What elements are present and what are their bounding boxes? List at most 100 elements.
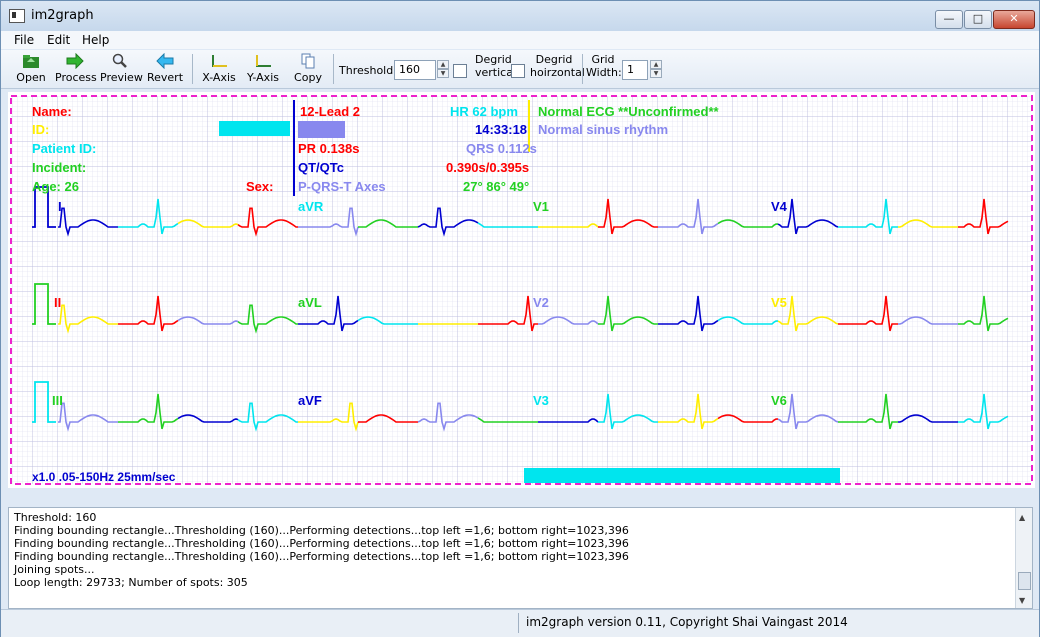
grid-width-input[interactable]: 1: [622, 60, 648, 80]
magnifier-icon: [112, 53, 127, 68]
log-line: Finding bounding rectangle...Thresholdin…: [14, 524, 629, 537]
log-line: Threshold: 160: [14, 511, 97, 524]
grid-width-stepper[interactable]: ▲ ▼: [650, 60, 662, 80]
y-axis-icon: [256, 55, 271, 67]
ecg-sex-label: Sex:: [246, 179, 273, 194]
degrid-vertical-checkbox[interactable]: [453, 64, 467, 78]
ecg-qt-label: QT/QTc: [298, 160, 344, 175]
highlight-block-purple: [298, 121, 345, 138]
ecg-lead-label: 12-Lead 2: [300, 104, 360, 119]
toolbar-separator: [192, 54, 193, 84]
grid-width-down-arrow-icon[interactable]: ▼: [650, 69, 662, 78]
copy-label: Copy: [294, 71, 322, 84]
process-button[interactable]: Process: [55, 53, 97, 84]
ecg-interpretation-1: Normal ECG **Unconfirmed**: [538, 104, 720, 119]
log-scrollbar[interactable]: ▲ ▼: [1015, 508, 1032, 608]
process-label: Process: [55, 71, 97, 84]
grid-width-label-line1: Grid: [591, 53, 615, 66]
open-button[interactable]: Open: [13, 53, 49, 84]
degrid-horizontal-label: Degrid hoirzontal: [530, 53, 585, 79]
revert-label: Revert: [146, 71, 184, 84]
y-axis-label: Y-Axis: [247, 71, 279, 84]
log-line: Joining spots...: [14, 563, 95, 576]
menu-edit[interactable]: Edit: [47, 33, 70, 47]
ecg-qt-value: 0.390s/0.395s: [446, 160, 529, 175]
ecg-axes-label: P-QRS-T Axes: [298, 179, 386, 194]
threshold-input[interactable]: 160: [394, 60, 436, 80]
app-window: im2graph — □ ✕ File Edit Help Open Proce…: [0, 0, 1040, 637]
grid-width-label: Grid Width:: [586, 53, 622, 79]
window-title: im2graph: [31, 8, 94, 23]
scroll-up-icon[interactable]: ▲: [1019, 511, 1025, 524]
ecg-lead-i-label: I: [58, 199, 62, 214]
degrid-horizontal-label-line2: hoirzontal: [530, 66, 585, 79]
degrid-vertical-label-line1: Degrid: [475, 53, 512, 66]
ecg-pr-value: PR 0.138s: [298, 141, 359, 156]
log-line: Finding bounding rectangle...Thresholdin…: [14, 537, 629, 550]
log-line: Loop length: 29733; Number of spots: 305: [14, 576, 248, 589]
threshold-stepper[interactable]: ▲ ▼: [437, 60, 449, 80]
ecg-image: Name: ID: Patient ID: Incident: Age: 26 …: [8, 92, 1035, 488]
log-line: Finding bounding rectangle...Thresholdin…: [14, 550, 629, 563]
highlight-block-cyan: [219, 121, 290, 136]
ecg-lead-v3-label: V3: [533, 393, 549, 408]
x-axis-label: X-Axis: [202, 71, 236, 84]
threshold-up-arrow-icon[interactable]: ▲: [437, 60, 449, 69]
arrow-right-icon: [66, 53, 84, 69]
ecg-qrs-value: QRS 0.112s: [466, 141, 537, 156]
ecg-incident-label: Incident:: [32, 160, 86, 175]
threshold-label: Threshold:: [339, 64, 397, 77]
ecg-id-label: ID:: [32, 122, 49, 137]
degrid-vertical-label: Degrid vertical: [475, 53, 516, 79]
ecg-lead-iii-label: III: [52, 393, 63, 408]
close-button[interactable]: ✕: [993, 10, 1035, 29]
ecg-age-label: Age: 26: [32, 179, 79, 194]
maximize-button[interactable]: □: [964, 10, 992, 29]
ecg-name-label: Name:: [32, 104, 72, 119]
title-bar[interactable]: im2graph — □ ✕: [1, 1, 1039, 31]
open-folder-icon: [23, 55, 39, 68]
ecg-axes-value: 27° 86° 49°: [463, 179, 529, 194]
ecg-lead-avl-label: aVL: [298, 295, 322, 310]
menu-help[interactable]: Help: [82, 33, 109, 47]
scroll-down-icon[interactable]: ▼: [1019, 594, 1025, 607]
x-axis-icon: [212, 55, 227, 67]
highlight-block-bottom: [524, 468, 840, 483]
status-bar: im2graph version 0.11, Copyright Shai Va…: [1, 609, 1039, 637]
copy-button[interactable]: Copy: [293, 53, 323, 84]
ecg-lead-v6-label: V6: [771, 393, 787, 408]
ecg-lead-v4-label: V4: [771, 199, 788, 214]
ecg-lead-v2-label: V2: [533, 295, 549, 310]
toolbar-separator: [333, 54, 334, 84]
ecg-time-value: 14:33:18: [475, 122, 527, 137]
grid-width-label-line2: Width:: [586, 66, 622, 79]
ecg-image-canvas[interactable]: Name: ID: Patient ID: Incident: Age: 26 …: [8, 92, 1035, 488]
ecg-lead-avr-label: aVR: [298, 199, 324, 214]
ecg-interpretation-2: Normal sinus rhythm: [538, 122, 668, 137]
ecg-lead-ii-label: II: [54, 295, 61, 310]
log-output[interactable]: Threshold: 160 Finding bounding rectangl…: [8, 507, 1033, 609]
arrow-left-icon: [156, 53, 174, 69]
ecg-footer-label: x1.0 .05-150Hz 25mm/sec: [32, 470, 176, 484]
status-text: im2graph version 0.11, Copyright Shai Va…: [526, 615, 848, 629]
ecg-lead-avf-label: aVF: [298, 393, 322, 408]
toolbar: Open Process Preview Revert X-Axis Y-Axi…: [1, 50, 1039, 89]
degrid-vertical-label-line2: vertical: [475, 66, 517, 79]
ecg-lead-v1-label: V1: [533, 199, 549, 214]
degrid-horizontal-checkbox[interactable]: [511, 64, 525, 78]
menu-bar: File Edit Help: [1, 31, 1039, 49]
app-icon: [9, 9, 25, 23]
ecg-lead-v5-label: V5: [771, 295, 787, 310]
scroll-thumb[interactable]: [1018, 572, 1031, 590]
y-axis-button[interactable]: Y-Axis: [245, 53, 281, 84]
ecg-hr-value: HR 62 bpm: [450, 104, 518, 119]
preview-button[interactable]: Preview: [100, 53, 143, 84]
open-label: Open: [16, 71, 46, 84]
threshold-down-arrow-icon[interactable]: ▼: [437, 69, 449, 78]
menu-file[interactable]: File: [14, 33, 34, 47]
copy-icon: [301, 53, 315, 69]
x-axis-button[interactable]: X-Axis: [201, 53, 237, 84]
grid-width-up-arrow-icon[interactable]: ▲: [650, 60, 662, 69]
minimize-button[interactable]: —: [935, 10, 963, 29]
revert-button[interactable]: Revert: [146, 53, 184, 84]
